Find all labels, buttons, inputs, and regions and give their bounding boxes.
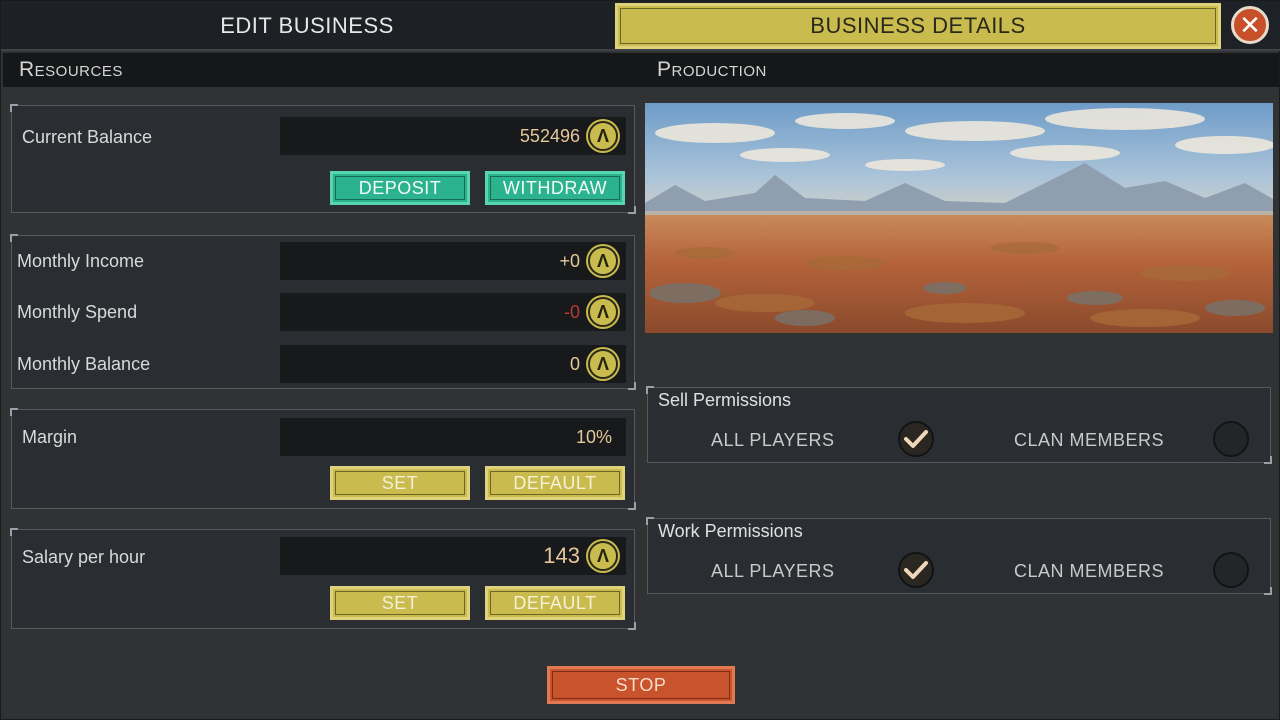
- currency-coin-icon: Λ: [588, 121, 618, 151]
- sell-all-players-checkbox[interactable]: [898, 421, 934, 457]
- currency-coin-icon: Λ: [588, 349, 618, 379]
- work-all-players-checkbox[interactable]: [898, 552, 934, 588]
- checkmark-icon: [904, 561, 928, 579]
- current-balance-panel: Current Balance 552496 Λ DEPOSIT WITHDRA…: [10, 104, 636, 214]
- monthly-spend-amount: -0: [563, 301, 580, 322]
- work-clan-members-label: CLAN MEMBERS: [1014, 561, 1165, 581]
- withdraw-button[interactable]: WITHDRAW: [485, 171, 625, 205]
- deposit-button[interactable]: DEPOSIT: [330, 171, 470, 205]
- business-window: EDIT BUSINESS BUSINESS DETAILS ✕ Resourc…: [0, 0, 1280, 720]
- sell-clan-members-label: CLAN MEMBERS: [1014, 430, 1165, 450]
- currency-coin-icon: Λ: [588, 297, 618, 327]
- margin-set-button[interactable]: SET: [330, 466, 470, 500]
- salary-input[interactable]: 143 Λ: [280, 537, 626, 575]
- monthly-balance-amount: 0: [569, 353, 580, 374]
- current-balance-amount: 552496: [519, 125, 580, 146]
- sell-permissions-title: Sell Permissions: [658, 390, 792, 410]
- monthly-balance-value: 0 Λ: [280, 345, 626, 383]
- work-clan-members-checkbox[interactable]: [1213, 552, 1249, 588]
- sell-all-players-label: ALL PLAYERS: [711, 430, 835, 450]
- business-landscape-image: [645, 103, 1273, 333]
- monthly-income-value: +0 Λ: [280, 242, 626, 280]
- monthly-spend-value: -0 Λ: [280, 293, 626, 331]
- monthly-balance-label: Monthly Balance: [17, 354, 151, 374]
- margin-value: 10%: [575, 426, 612, 447]
- close-button[interactable]: ✕: [1231, 6, 1269, 44]
- sell-permissions-panel: Sell Permissions ALL PLAYERS CLAN MEMBER…: [646, 386, 1272, 464]
- currency-coin-icon: Λ: [588, 246, 618, 276]
- monthly-income-amount: +0: [559, 250, 580, 271]
- margin-label: Margin: [22, 427, 78, 447]
- resources-header: Resources: [3, 53, 641, 87]
- sell-clan-members-checkbox[interactable]: [1213, 421, 1249, 457]
- current-balance-value: 552496 Λ: [280, 117, 626, 155]
- salary-value: 143: [543, 543, 580, 568]
- work-all-players-label: ALL PLAYERS: [711, 561, 835, 581]
- monthly-panel: Monthly Income +0 Λ Monthly Spend -0 Λ M…: [10, 234, 636, 390]
- salary-label: Salary per hour: [22, 547, 146, 567]
- stop-button[interactable]: STOP: [547, 666, 735, 704]
- tab-business-details[interactable]: BUSINESS DETAILS: [615, 3, 1221, 49]
- monthly-income-label: Monthly Income: [17, 251, 145, 271]
- salary-default-button[interactable]: DEFAULT: [485, 586, 625, 620]
- work-permissions-panel: Work Permissions ALL PLAYERS CLAN MEMBER…: [646, 517, 1272, 595]
- margin-default-button[interactable]: DEFAULT: [485, 466, 625, 500]
- salary-panel: Salary per hour 143 Λ SET DEFAULT: [10, 528, 636, 630]
- work-permissions-title: Work Permissions: [658, 521, 803, 541]
- tab-edit-business[interactable]: EDIT BUSINESS: [3, 3, 611, 49]
- salary-set-button[interactable]: SET: [330, 586, 470, 620]
- close-icon: ✕: [1239, 10, 1261, 40]
- checkmark-icon: [904, 430, 928, 448]
- tab-bar: EDIT BUSINESS BUSINESS DETAILS ✕: [1, 1, 1280, 51]
- margin-panel: Margin 10% SET DEFAULT: [10, 408, 636, 510]
- margin-input[interactable]: 10%: [280, 418, 626, 456]
- current-balance-label: Current Balance: [22, 127, 153, 147]
- monthly-spend-label: Monthly Spend: [17, 302, 138, 322]
- currency-coin-icon: Λ: [588, 541, 618, 571]
- production-header: Production: [641, 53, 1279, 87]
